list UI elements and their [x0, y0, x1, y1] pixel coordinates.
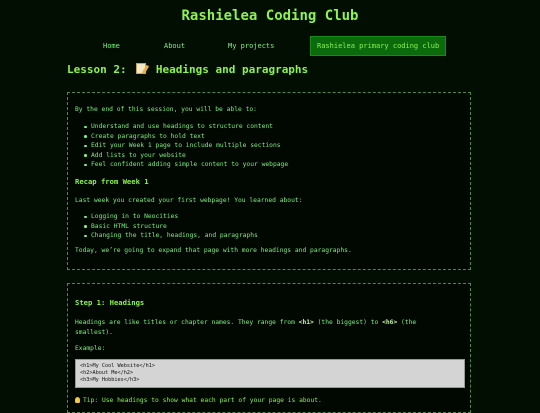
tip-text: Tip: Use headings to show what each part… — [75, 396, 463, 406]
nav-about-link[interactable]: About — [158, 37, 191, 55]
code-line: <h1>My Cool Website</h1> — [80, 363, 155, 369]
code-line: <h3>My Hobbies</h3> — [80, 377, 140, 383]
intro-lead: By the end of this session, you will be … — [75, 106, 257, 113]
list-item: Add lists to your website — [83, 151, 288, 161]
list-item: Changing the title, headings, and paragr… — [84, 232, 258, 239]
goals-list: Understand and use headings to structure… — [75, 122, 288, 170]
h6-tag: <h6> — [382, 319, 398, 326]
list-item: Create paragraphs to hold text — [83, 132, 288, 142]
lesson-title: Lesson 2: Headings and paragraphs — [67, 63, 308, 76]
lesson-title-prefix: Lesson 2: — [67, 63, 127, 76]
step1-heading: Step 1: Headings — [75, 298, 145, 307]
step1-desc-a: Headings are like titles or chapter name… — [75, 319, 299, 326]
list-item: Edit your Week 1 page to include multipl… — [83, 141, 288, 151]
step1-desc-b: (the biggest) to — [313, 319, 383, 326]
nav-home-link[interactable]: Home — [97, 37, 126, 55]
example-label: Example: — [75, 345, 106, 352]
recap-heading: Recap from Week 1 — [75, 177, 149, 186]
code-line: <h2>About Me</h2> — [80, 370, 134, 376]
h1-tag: <h1> — [298, 319, 314, 326]
list-item: Understand and use headings to structure… — [83, 122, 288, 132]
lightbulb-icon — [75, 397, 80, 403]
tip-label: Tip: Use headings to show what each part… — [83, 397, 322, 404]
list-item: Basic HTML structure — [84, 222, 258, 232]
recap-list: Logging in to Neocities Basic HTML struc… — [75, 212, 258, 241]
intro-closing: Today, we’re going to expand that page w… — [75, 247, 352, 254]
code-example: <h1>My Cool Website</h1> <h2>About Me</h… — [75, 359, 465, 388]
lesson-title-text: Headings and paragraphs — [155, 63, 309, 76]
step1-desc-d: smallest). — [75, 328, 113, 336]
main-nav: Home About My projects Rashielea primary… — [0, 36, 540, 56]
step1-desc-c: (the — [397, 319, 417, 326]
step1-panel: Step 1: Headings Headings are like title… — [67, 283, 471, 413]
nav-my-projects-link[interactable]: My projects — [222, 37, 280, 55]
step1-description: Headings are like titles or chapter name… — [75, 318, 463, 337]
intro-panel: By the end of this session, you will be … — [67, 92, 471, 270]
recap-lead: Last week you created your first webpage… — [75, 197, 303, 204]
list-item: Feel confident adding simple content to … — [83, 161, 289, 168]
site-title: Rashielea Coding Club — [181, 8, 359, 24]
memo-icon — [136, 63, 147, 74]
list-item: Logging in to Neocities — [84, 212, 258, 222]
nav-coding-club-link[interactable]: Rashielea primary coding club — [310, 36, 447, 56]
